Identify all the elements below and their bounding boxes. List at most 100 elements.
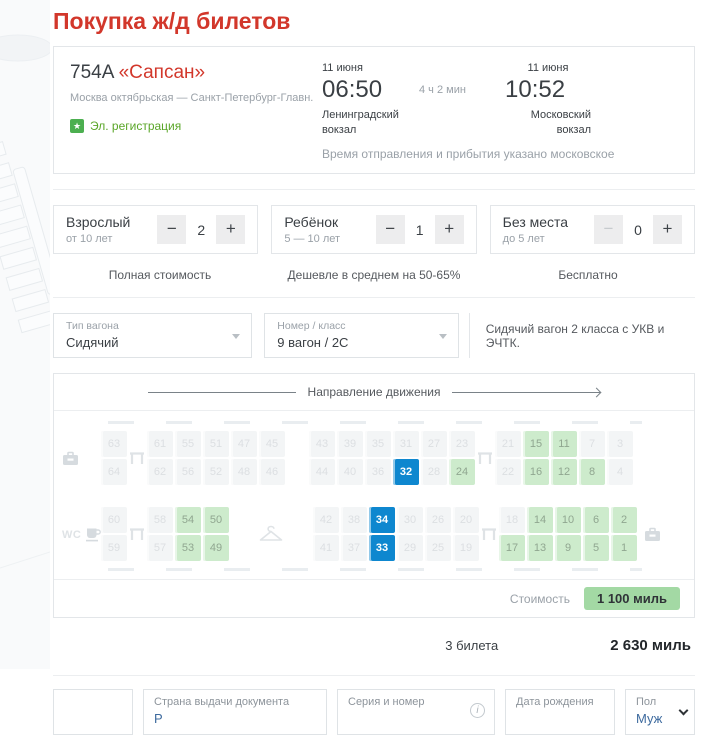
table-icon (129, 452, 145, 465)
seat-11[interactable]: 11 (551, 431, 577, 457)
price-label: Стоимость (510, 592, 570, 606)
seat-25: 25 (425, 535, 451, 561)
carriage-type-select[interactable]: Тип вагона Сидячий (53, 313, 252, 358)
seat-41: 41 (313, 535, 339, 561)
info-icon[interactable]: i (470, 703, 485, 718)
seat-block: WC60595857545350494241383734333029262520… (62, 507, 686, 561)
arrival-date: 11 июня (505, 62, 591, 74)
carriage-number-label: Номер / класс (277, 320, 445, 332)
seat-60: 60 (101, 507, 127, 533)
child-caption: Дешевле в среднем на 50-65% (267, 268, 481, 282)
seat-44: 44 (309, 459, 335, 485)
chevron-down-icon (232, 334, 240, 339)
counter-subtitle: до 5 лет (503, 233, 568, 245)
infant-count: 0 (623, 222, 653, 238)
seat-21: 21 (495, 431, 521, 457)
tickets-count: 3 билета (445, 638, 498, 653)
seat-5[interactable]: 5 (583, 535, 609, 561)
seat-33[interactable]: 33 (369, 535, 395, 561)
table-icon (477, 452, 493, 465)
seat-54[interactable]: 54 (175, 507, 201, 533)
adult-caption: Полная стоимость (53, 268, 267, 282)
counter-subtitle: 5 — 10 лет (284, 233, 340, 245)
seat-10[interactable]: 10 (555, 507, 581, 533)
seat-16[interactable]: 16 (523, 459, 549, 485)
counter-title: Без места (503, 214, 568, 230)
seat-53[interactable]: 53 (175, 535, 201, 561)
seat-38: 38 (341, 507, 367, 533)
infant-plus-button[interactable]: + (653, 215, 682, 244)
direction-line (148, 392, 296, 393)
document-type-field[interactable] (53, 689, 133, 735)
chevron-down-icon (439, 334, 447, 339)
adult-plus-button[interactable]: + (216, 215, 245, 244)
infant-minus-button[interactable]: − (594, 215, 623, 244)
child-plus-button[interactable]: + (435, 215, 464, 244)
table-icon (481, 528, 497, 541)
vertical-divider (469, 313, 470, 358)
trip-duration: 4 ч 2 мин (419, 84, 505, 138)
seat-2[interactable]: 2 (611, 507, 637, 533)
seat-6[interactable]: 6 (583, 507, 609, 533)
document-number-field[interactable]: Серия и номер i (337, 689, 495, 735)
seat-35: 35 (365, 431, 391, 457)
seat-50[interactable]: 50 (203, 507, 229, 533)
e-registration: ★ Эл. регистрация (70, 119, 322, 133)
document-country-field[interactable]: Страна выдачи документа Р (143, 689, 327, 735)
seat-block: 6364616255565152474845464344394035363132… (62, 431, 686, 485)
field-value: Р (154, 711, 316, 726)
seat-9[interactable]: 9 (555, 535, 581, 561)
seat-15[interactable]: 15 (523, 431, 549, 457)
price-badge: 1 100 миль (584, 587, 680, 610)
carriage-selectors: Тип вагона Сидячий Номер / класс 9 вагон… (53, 313, 695, 358)
child-count: 1 (405, 222, 435, 238)
seat-14[interactable]: 14 (527, 507, 553, 533)
seat-49[interactable]: 49 (203, 535, 229, 561)
child-minus-button[interactable]: − (376, 215, 405, 244)
seat-18: 18 (499, 507, 525, 533)
gender-select[interactable]: Пол Муж (625, 689, 695, 735)
field-value: Муж (636, 711, 684, 726)
train-route: Москва октябрьская — Санкт-Петербург-Гла… (70, 92, 322, 104)
train-number: 754A (70, 62, 113, 83)
birth-date-field[interactable]: Дата рождения (505, 689, 615, 735)
seat-27: 27 (421, 431, 447, 457)
seat-13[interactable]: 13 (527, 535, 553, 561)
seat-1[interactable]: 1 (611, 535, 637, 561)
seat-grid: 6364616255565152474845464344394035363132… (62, 431, 686, 561)
seat-12[interactable]: 12 (551, 459, 577, 485)
seat-51: 51 (203, 431, 229, 457)
wc-icon: WC (62, 525, 85, 543)
seat-22: 22 (495, 459, 521, 485)
section-divider (53, 297, 695, 298)
seat-55: 55 (175, 431, 201, 457)
e-registration-label: Эл. регистрация (90, 119, 181, 133)
seat-36: 36 (365, 459, 391, 485)
seat-34[interactable]: 34 (369, 507, 395, 533)
carriage-number-select[interactable]: Номер / класс 9 вагон / 2С (264, 313, 458, 358)
counter-child: Ребёнок 5 — 10 лет − 1 + (271, 205, 476, 254)
seat-map: 6364616255565152474845464344394035363132… (54, 411, 694, 579)
seat-47: 47 (231, 431, 257, 457)
adult-count: 2 (186, 222, 216, 238)
arrival-station: Московский вокзал (505, 108, 591, 138)
page: { "page": { "title": "Покупка ж/д билето… (0, 0, 710, 669)
seat-24[interactable]: 24 (449, 459, 475, 485)
hanger-icon (258, 525, 284, 543)
seat-17[interactable]: 17 (499, 535, 525, 561)
seat-56: 56 (175, 459, 201, 485)
seat-32[interactable]: 32 (393, 459, 419, 485)
section-divider (53, 675, 695, 676)
page-title: Покупка ж/д билетов (53, 8, 695, 35)
seat-3: 3 (607, 431, 633, 457)
adult-minus-button[interactable]: − (157, 215, 186, 244)
seat-58: 58 (147, 507, 173, 533)
counter-title: Ребёнок (284, 214, 340, 230)
seat-8[interactable]: 8 (579, 459, 605, 485)
seat-63: 63 (101, 431, 127, 457)
luggage-icon (644, 527, 661, 542)
departure-date: 11 июня (322, 62, 419, 74)
passenger-counters: Взрослый от 10 лет − 2 + Ребёнок 5 — 10 … (53, 205, 695, 254)
seat-map-card: Направление движения 6364616255565152474… (53, 373, 695, 618)
seat-48: 48 (231, 459, 257, 485)
